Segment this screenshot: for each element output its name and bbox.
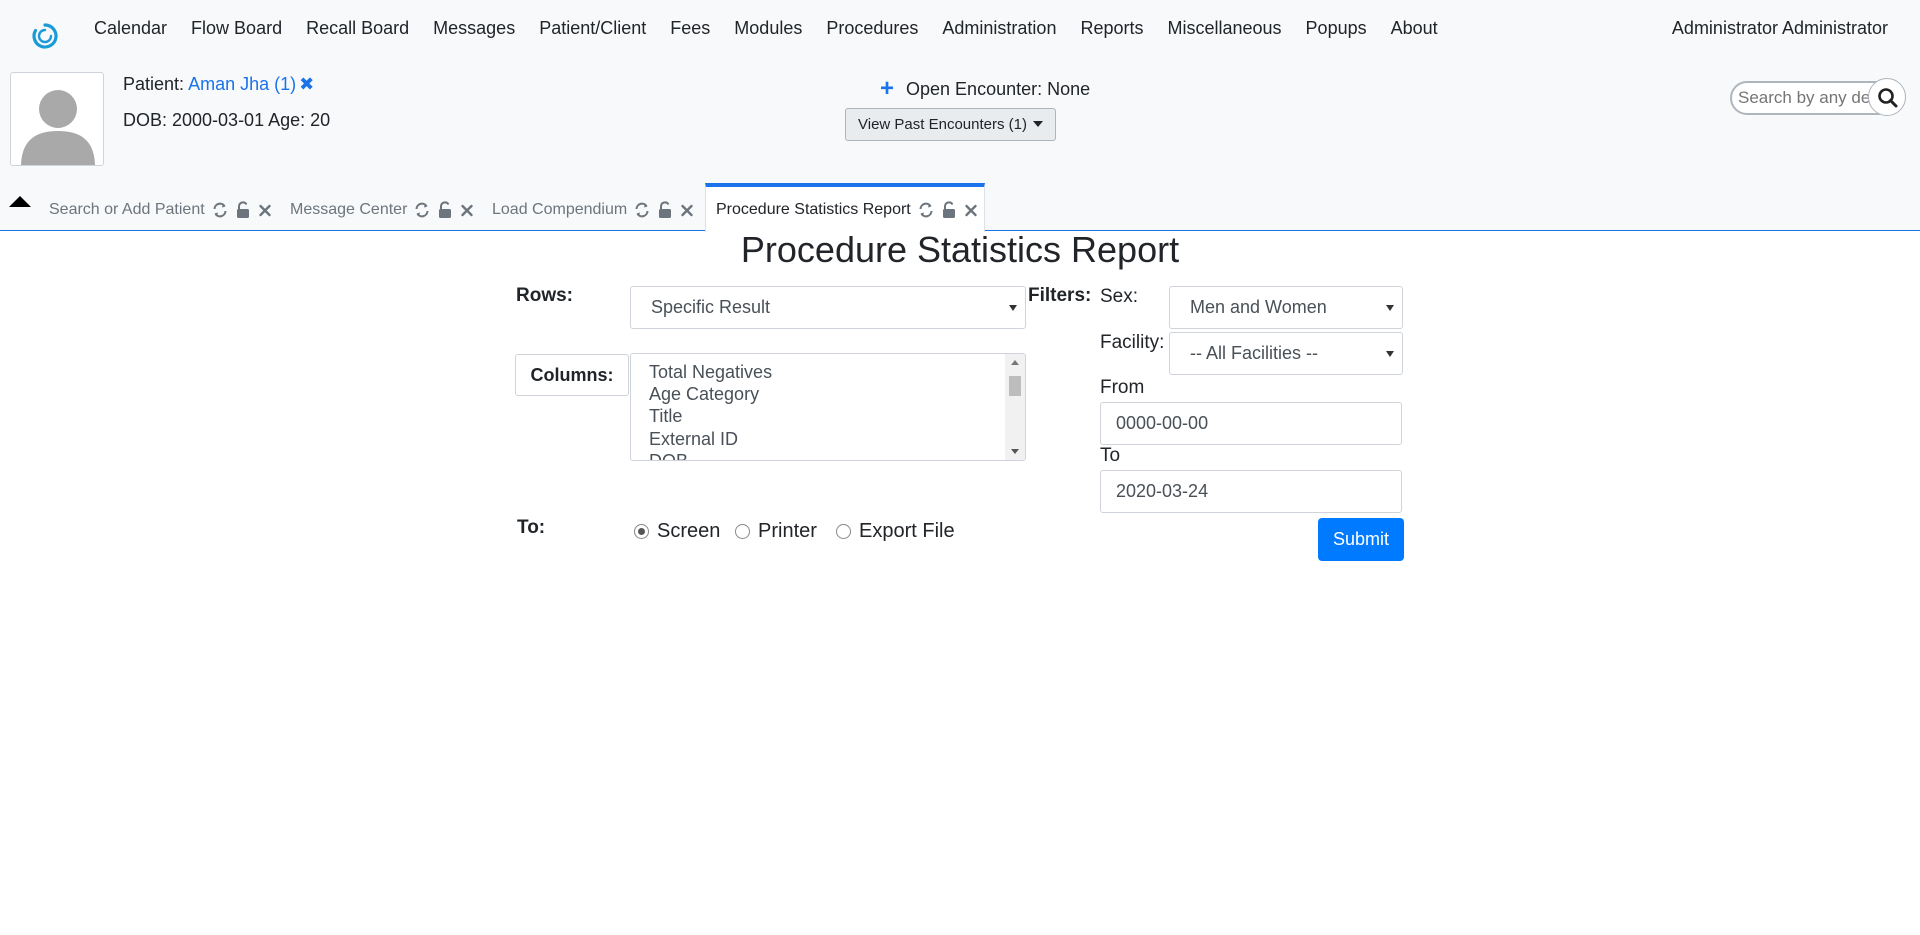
past-encounters-label: View Past Encounters (1) bbox=[858, 116, 1027, 133]
new-encounter-plus-icon[interactable]: + bbox=[880, 75, 894, 102]
tab-load-compendium[interactable]: Load Compendium bbox=[492, 199, 695, 221]
tab-procedure-statistics-report[interactable]: Procedure Statistics Report bbox=[705, 183, 985, 232]
listbox-scrollbar[interactable] bbox=[1005, 354, 1025, 460]
radio-button[interactable] bbox=[836, 523, 851, 539]
dropdown-arrow-icon bbox=[1386, 304, 1394, 311]
sex-select[interactable]: Men and Women bbox=[1169, 286, 1403, 329]
menu-modules[interactable]: Modules bbox=[722, 16, 814, 40]
radio-label: Screen bbox=[657, 519, 721, 542]
columns-option[interactable]: Title bbox=[649, 405, 682, 427]
facility-label: Facility: bbox=[1100, 332, 1165, 353]
refresh-icon[interactable] bbox=[633, 201, 651, 219]
sex-label: Sex: bbox=[1100, 286, 1139, 307]
facility-selected-value: -- All Facilities -- bbox=[1190, 343, 1319, 363]
tab-label: Message Center bbox=[290, 201, 408, 218]
sex-selected-value: Men and Women bbox=[1190, 297, 1327, 317]
dropdown-arrow-icon bbox=[1386, 350, 1394, 357]
refresh-icon[interactable] bbox=[917, 201, 935, 219]
unlock-icon[interactable] bbox=[941, 200, 957, 219]
open-encounter-text: Open Encounter: None bbox=[906, 79, 1091, 99]
radio-label: Export File bbox=[859, 519, 955, 542]
top-menu: Calendar Flow Board Recall Board Message… bbox=[82, 16, 1450, 40]
view-past-encounters-button[interactable]: View Past Encounters (1) bbox=[845, 108, 1056, 141]
unlock-icon[interactable] bbox=[235, 201, 251, 219]
caret-down-icon bbox=[1032, 121, 1043, 127]
menu-messages[interactable]: Messages bbox=[421, 16, 527, 40]
refresh-icon[interactable] bbox=[413, 201, 431, 219]
to-label: To: bbox=[517, 517, 546, 538]
tab-message-center[interactable]: Message Center bbox=[290, 199, 475, 221]
scroll-down-icon[interactable] bbox=[1011, 449, 1019, 454]
columns-listbox[interactable]: Total Negatives Age Category Title Exter… bbox=[630, 353, 1026, 461]
menu-administration[interactable]: Administration bbox=[930, 16, 1068, 40]
columns-option[interactable]: Age Category bbox=[649, 383, 759, 405]
tab-label: Procedure Statistics Report bbox=[716, 200, 911, 218]
columns-option[interactable]: Total Negatives bbox=[649, 361, 772, 383]
radio-export-file[interactable]: Export File bbox=[836, 518, 955, 544]
patient-name-line: Patient: Aman Jha (1) ✖ bbox=[123, 72, 314, 96]
tab-search-or-add-patient[interactable]: Search or Add Patient bbox=[49, 199, 273, 221]
dropdown-arrow-icon bbox=[1009, 304, 1017, 311]
patient-search bbox=[1730, 78, 1906, 116]
user-menu[interactable]: Administrator Administrator bbox=[1672, 16, 1888, 40]
patient-name-link[interactable]: Aman Jha (1) bbox=[188, 74, 296, 94]
menu-flow-board[interactable]: Flow Board bbox=[179, 16, 294, 40]
columns-option[interactable]: External ID bbox=[649, 428, 738, 450]
from-label: From bbox=[1100, 377, 1145, 398]
from-date-input[interactable]: 0000-00-00 bbox=[1100, 402, 1402, 445]
submit-button[interactable]: Submit bbox=[1318, 518, 1404, 561]
rows-label: Rows: bbox=[516, 285, 573, 306]
filters-label: Filters: bbox=[1028, 285, 1092, 306]
menu-calendar[interactable]: Calendar bbox=[82, 16, 179, 40]
patient-avatar bbox=[10, 72, 104, 166]
radio-button[interactable] bbox=[735, 523, 750, 539]
close-tab-icon[interactable] bbox=[459, 201, 475, 219]
search-icon bbox=[1878, 88, 1898, 108]
close-tab-icon[interactable] bbox=[963, 201, 979, 219]
to-date-label: To bbox=[1100, 445, 1121, 466]
rows-selected-value: Specific Result bbox=[651, 297, 771, 317]
menu-miscellaneous[interactable]: Miscellaneous bbox=[1155, 16, 1293, 40]
menu-recall-board[interactable]: Recall Board bbox=[294, 16, 421, 40]
unlock-icon[interactable] bbox=[657, 201, 673, 219]
unlock-icon[interactable] bbox=[437, 201, 453, 219]
menu-popups[interactable]: Popups bbox=[1294, 16, 1379, 40]
search-button[interactable] bbox=[1868, 78, 1906, 116]
close-tab-icon[interactable] bbox=[679, 201, 695, 219]
menu-patient-client[interactable]: Patient/Client bbox=[527, 16, 658, 40]
menu-procedures[interactable]: Procedures bbox=[814, 16, 930, 40]
refresh-icon[interactable] bbox=[211, 201, 229, 219]
menu-fees[interactable]: Fees bbox=[658, 16, 722, 40]
page-title: Procedure Statistics Report bbox=[740, 229, 1180, 270]
tab-label: Load Compendium bbox=[492, 201, 628, 218]
facility-select[interactable]: -- All Facilities -- bbox=[1169, 332, 1403, 375]
menu-reports[interactable]: Reports bbox=[1068, 16, 1155, 40]
columns-option[interactable]: DOB bbox=[649, 450, 688, 460]
person-icon bbox=[21, 90, 95, 165]
menu-about[interactable]: About bbox=[1379, 16, 1450, 40]
collapse-header-icon[interactable] bbox=[9, 196, 31, 207]
radio-label: Printer bbox=[758, 519, 817, 542]
openemr-logo-icon[interactable] bbox=[31, 22, 59, 50]
patient-label: Patient: bbox=[123, 74, 185, 94]
close-tab-icon[interactable] bbox=[257, 201, 273, 219]
radio-button-checked[interactable] bbox=[634, 523, 649, 539]
to-date-input[interactable]: 2020-03-24 bbox=[1100, 470, 1402, 513]
main-navbar: Calendar Flow Board Recall Board Message… bbox=[0, 0, 1920, 56]
scroll-thumb[interactable] bbox=[1009, 376, 1021, 396]
close-patient-icon[interactable]: ✖ bbox=[299, 74, 314, 94]
radio-screen[interactable]: Screen bbox=[634, 518, 720, 544]
columns-label[interactable]: Columns: bbox=[515, 354, 629, 396]
patient-search-input[interactable] bbox=[1730, 81, 1880, 115]
rows-select[interactable]: Specific Result bbox=[630, 286, 1026, 329]
open-encounter: + Open Encounter: None bbox=[880, 76, 1090, 101]
patient-dob-age: DOB: 2000-03-01 Age: 20 bbox=[123, 110, 331, 130]
radio-printer[interactable]: Printer bbox=[735, 518, 817, 544]
tab-label: Search or Add Patient bbox=[49, 201, 205, 218]
scroll-up-icon[interactable] bbox=[1011, 360, 1019, 365]
